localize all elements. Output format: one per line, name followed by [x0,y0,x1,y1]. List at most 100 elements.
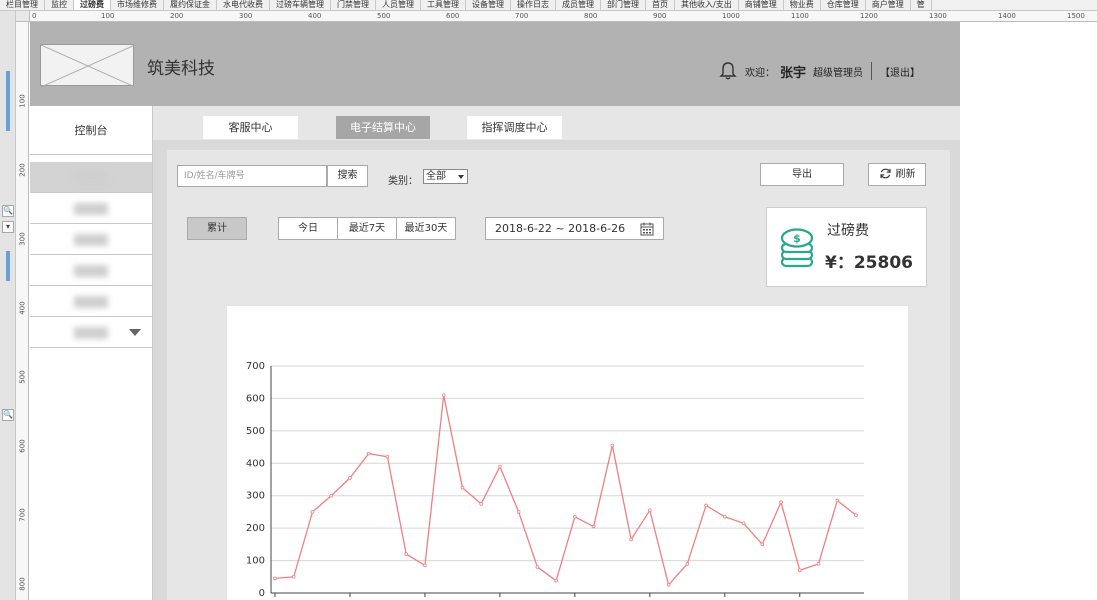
editor-tab[interactable]: 过磅费 [74,0,111,10]
data-point [441,393,446,397]
category-select[interactable]: 全部 [423,169,468,184]
data-point [498,464,502,469]
ruler-label: 600 [446,12,460,20]
data-point [704,503,708,508]
data-point [816,562,821,566]
logo-placeholder [40,44,136,88]
prototype-canvas: 筑美科技 欢迎： 张宇 超级管理员 【退出】 控制台 客服中心 电子结算中心 指… [30,22,960,600]
zoom-icon[interactable]: 🔍 [2,205,14,217]
editor-tab[interactable]: 市场维修费 [111,0,164,10]
export-button[interactable]: 导出 [760,163,844,186]
ruler-corner [16,11,30,22]
sidebar-item[interactable] [30,162,152,193]
sidebar-item[interactable] [30,224,152,255]
logout-link[interactable]: 【退出】 [880,64,920,79]
editor-tab[interactable]: 商户管理 [866,0,911,10]
editor-tab[interactable]: 门禁管理 [331,0,376,10]
editor-tab[interactable]: 操作日志 [511,0,556,10]
editor-tab[interactable]: 监控 [45,0,74,10]
data-point [366,451,371,456]
zoom-icon-2[interactable]: 🔍 [2,409,14,421]
brand-name: 筑美科技 [147,59,215,79]
editor-tab[interactable]: 设备管理 [466,0,511,10]
data-point [329,493,334,498]
editor-tab[interactable]: 商铺管理 [739,0,784,10]
editor-tab[interactable]: 人员管理 [376,0,421,10]
chevron-down-icon[interactable]: ▾ [2,221,14,233]
ruler-label: 1400 [998,12,1016,20]
header-divider [871,62,872,80]
nav-tabs: 客服中心 电子结算中心 指挥调度中心 [153,106,960,140]
data-point [554,578,558,583]
editor-tab[interactable]: 履约保证金 [164,0,217,10]
ruler-label: 700 [515,12,529,20]
y-tick-label: 0 [259,588,265,599]
ruler-label: 100 [101,12,115,20]
segment-today[interactable]: 今日 [278,217,338,240]
segment-cumulative[interactable]: 累计 [187,217,247,240]
sidebar-item[interactable] [30,286,152,317]
data-point [591,524,596,529]
tab-customer-service[interactable]: 客服中心 [203,116,298,139]
editor-tab[interactable]: 过磅车辆管理 [270,0,331,10]
data-point [835,498,840,503]
dropdown-arrow-icon [458,175,464,179]
search-button[interactable]: 搜索 [327,165,368,187]
chart-panel: 01002003004005006007002017-07-012017-07-… [227,306,908,600]
data-point [310,510,315,514]
redacted-label [74,327,108,339]
sidebar-item[interactable] [30,255,152,286]
redacted-label [74,265,108,277]
refresh-label: 刷新 [895,169,916,180]
editor-tab[interactable]: 物业费 [784,0,821,10]
tab-settlement[interactable]: 电子结算中心 [336,116,430,139]
redacted-label [74,296,108,308]
ruler-label: 200 [170,12,184,20]
search-input[interactable]: ID/姓名/车牌号 [177,165,327,187]
ruler-horizontal: 0 100 200 300 400 500 600 700 800 900 1000 1100 1200… [30,11,1097,22]
editor-tab[interactable]: 成员管理 [556,0,601,10]
ruler-label: 700 [18,508,27,522]
tab-dispatch[interactable]: 指挥调度中心 [467,116,562,139]
app-header: 筑美科技 欢迎： 张宇 超级管理员 【退出】 [30,22,960,106]
editor-tab-strip: 栏目管理 监控 过磅费 市场维修费 履约保证金 水电代收费 过磅车辆管理 门禁管理 人员管理 工具… [0,0,1097,11]
bell-icon[interactable] [719,61,737,81]
segment-last-30-days[interactable]: 最近30天 [396,217,456,240]
sidebar: 控制台 [30,106,153,600]
sidebar-item[interactable] [30,193,152,224]
ruler-vertical: 100 200 300 400 500 600 700 800 [16,22,29,600]
data-point [648,508,652,513]
y-tick-label: 500 [246,426,265,437]
data-point [666,583,671,587]
refresh-button[interactable]: 刷新 [868,163,926,186]
data-point [291,574,296,579]
welcome-label: 欢迎： [744,67,775,79]
editor-tool-strip: 🔍 ▾ 🔍 [0,11,16,600]
ruler-label: 200 [18,163,27,177]
data-point [516,510,521,514]
scrollbar-thumb[interactable] [6,71,10,131]
segment-last-7-days[interactable]: 最近7天 [337,217,397,240]
ruler-label: 1300 [929,12,947,20]
y-tick-label: 300 [246,491,265,502]
calendar-icon[interactable] [640,222,654,236]
sidebar-title[interactable]: 控制台 [30,106,152,155]
editor-tab[interactable]: 水电代收费 [217,0,270,10]
editor-tab[interactable]: 栏目管理 [0,0,45,10]
editor-tab[interactable]: 工具管理 [421,0,466,10]
data-point [460,485,465,490]
stat-value: ¥：25806 [825,253,913,273]
date-range-picker[interactable]: 2018-6-22 ~ 2018-6-26 [485,217,664,240]
user-area: 欢迎： 张宇 超级管理员 【退出】 [719,60,920,82]
editor-tab[interactable]: 其他收入/支出 [675,0,739,10]
data-point [854,513,858,517]
ruler-label: 1100 [791,12,809,20]
sidebar-item-expandable[interactable] [30,317,152,348]
editor-tab[interactable]: 管 [911,0,932,10]
data-point [760,542,765,547]
editor-tab[interactable]: 仓库管理 [821,0,866,10]
logo-placeholder-icon [40,44,136,88]
editor-tab[interactable]: 首页 [646,0,675,10]
editor-tab[interactable]: 部门管理 [601,0,646,10]
scrollbar-thumb-2[interactable] [6,251,10,281]
